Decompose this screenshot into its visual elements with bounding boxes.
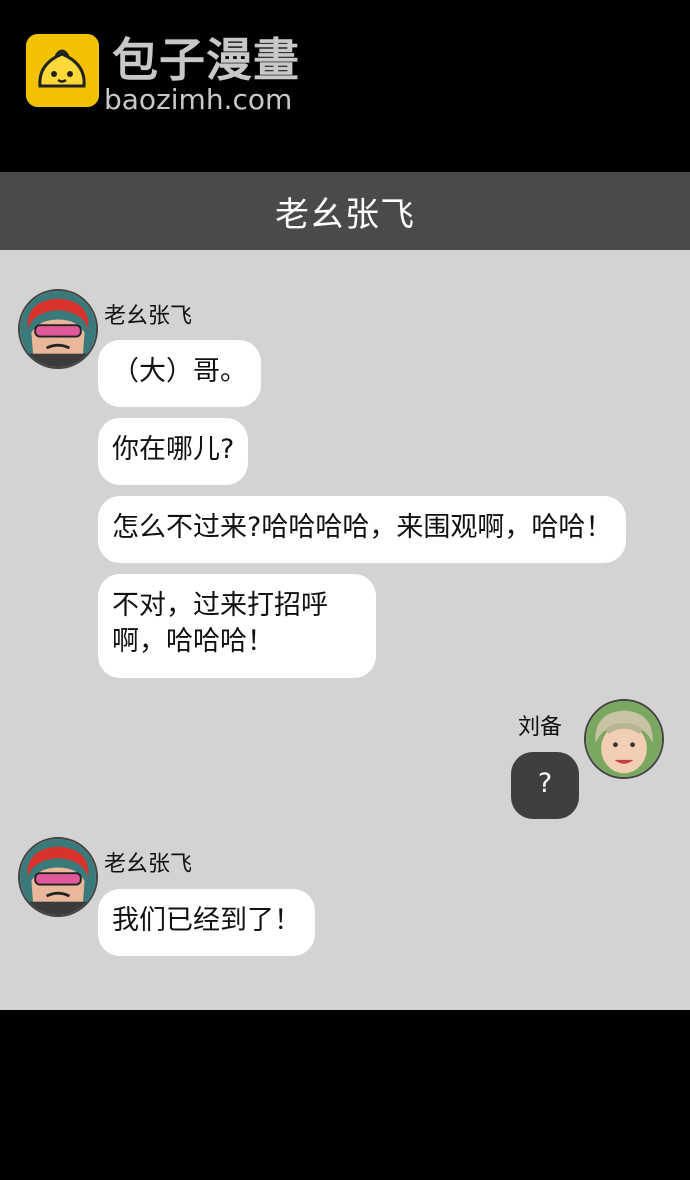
zhangfei-avatar[interactable]: [18, 837, 98, 917]
zhangfei-avatar[interactable]: [18, 289, 98, 369]
message-line: 不对，过来打招呼: [112, 590, 328, 621]
watermark-url: baozimh.com: [104, 83, 293, 116]
watermark-logo: 包子漫畫 baozimh.com: [26, 33, 326, 116]
message-bubble-self[interactable]: ?: [511, 752, 579, 819]
message-line: 啊，哈哈哈！: [112, 626, 274, 657]
message-bubble-multiline[interactable]: 不对，过来打招呼 啊，哈哈哈！: [98, 574, 376, 678]
sender-name: 老幺张飞: [104, 304, 193, 329]
watermark-title: 包子漫畫: [112, 33, 300, 87]
chat-title: 老幺张飞: [275, 194, 415, 235]
chat-area[interactable]: 老幺张飞 （大）哥。 你在哪儿? 怎么不过来?哈哈哈哈，来围观啊，哈哈！ 不对，…: [0, 250, 690, 1010]
message-bubble[interactable]: （大）哥。: [98, 340, 261, 407]
bun-face-icon: [26, 34, 99, 107]
message-bubble[interactable]: 怎么不过来?哈哈哈哈，来围观啊，哈哈！: [98, 496, 627, 563]
sender-name: 刘备: [518, 715, 563, 740]
chat-header: 老幺张飞: [0, 172, 690, 250]
liubei-avatar[interactable]: [584, 699, 664, 779]
message-bubble[interactable]: 你在哪儿?: [98, 418, 249, 485]
sender-name: 老幺张飞: [104, 852, 193, 877]
message-bubble[interactable]: 我们已经到了！: [98, 889, 315, 956]
